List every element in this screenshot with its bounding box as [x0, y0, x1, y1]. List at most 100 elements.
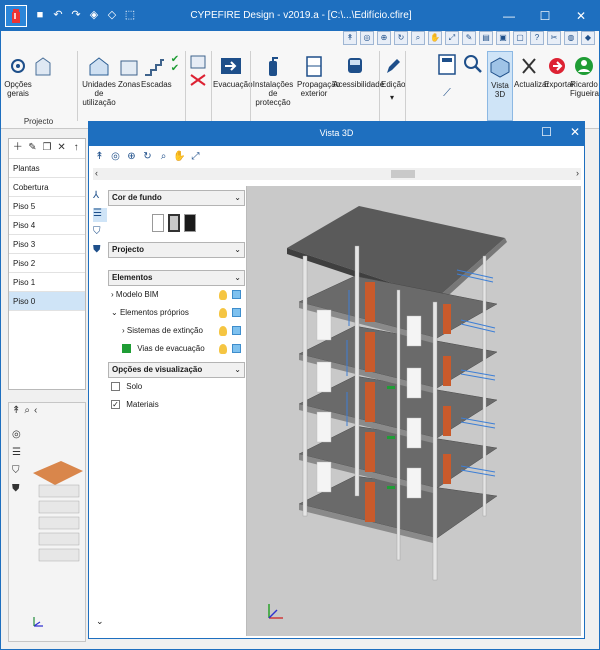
orbit-icon[interactable]: ◎ [360, 31, 374, 45]
3d-viewport[interactable] [246, 186, 581, 636]
floor-item[interactable]: Piso 4 [9, 216, 85, 235]
view-options-section[interactable]: Opções de visualização ⌄ [108, 362, 245, 378]
undo-icon[interactable]: ↶ [51, 8, 65, 22]
mini-3d-view[interactable]: ↟ ⌕ ‹ ◎ ☰ ⛉ ⛊ [8, 402, 86, 642]
orbit-icon[interactable]: ◎ [12, 429, 24, 443]
floor-item-selected[interactable]: Piso 0 [9, 292, 85, 311]
axis-icon[interactable]: ⅄ [93, 190, 107, 204]
stairs-button[interactable]: Escadas [141, 55, 172, 89]
cube-icon[interactable] [232, 344, 241, 353]
lightbulb-icon[interactable] [219, 326, 227, 336]
units-button[interactable]: Unidades de utilização [81, 55, 117, 107]
close-button[interactable]: ✕ [563, 1, 599, 31]
floor-item[interactable]: Piso 3 [9, 235, 85, 254]
evacuation-button[interactable]: Evacuação [213, 55, 253, 89]
tree-item-bim-model[interactable]: › Modelo BIM [108, 286, 245, 304]
option-materials[interactable]: ✓ Materiais [108, 396, 245, 414]
lightbulb-icon[interactable] [219, 344, 227, 354]
copy-icon[interactable]: ❐ [41, 142, 53, 154]
shield-icon[interactable]: ⛊ [12, 483, 24, 497]
installations-button[interactable]: Instalações de protecção [251, 55, 295, 107]
chevron-down-icon[interactable]: ▾ [381, 93, 403, 102]
cube-icon[interactable] [232, 326, 241, 335]
layout-icon[interactable]: ▤ [479, 31, 493, 45]
calculator-button[interactable]: ⟋ [435, 53, 459, 99]
chevron-down-icon[interactable]: ⌄ [234, 243, 241, 257]
tree-item-extinction-systems[interactable]: › Sistemas de extinção [108, 322, 245, 340]
option-ground[interactable]: Solo [108, 378, 245, 396]
cube-icon[interactable]: ◈ [87, 8, 101, 22]
zoom-icon[interactable]: ⊕ [377, 31, 391, 45]
shield-icon[interactable]: ⛉ [93, 226, 107, 240]
chevron-left-icon[interactable]: ‹ [95, 168, 98, 178]
tree-item-own-elements[interactable]: ⌄ Elementos próprios [108, 304, 245, 322]
dialog-close-button[interactable]: ✕ [570, 125, 580, 139]
delete-icon[interactable]: ✕ [56, 142, 68, 154]
building-button[interactable] [33, 55, 53, 80]
view-3d-button[interactable]: Vista 3D [487, 51, 513, 121]
orbit-icon[interactable]: ◎ [109, 150, 122, 163]
hand-icon[interactable]: ✋ [173, 150, 186, 163]
navigate-icon[interactable]: ↟ [12, 405, 20, 416]
tools-icon[interactable]: ✂ [547, 31, 561, 45]
cube-icon[interactable] [232, 308, 241, 317]
search-icon[interactable]: ⌕ [157, 150, 170, 163]
layers-icon[interactable]: ☰ [93, 208, 107, 222]
refresh-icon[interactable]: ↻ [141, 150, 154, 163]
materials-checkbox[interactable]: ✓ [111, 400, 120, 410]
propagation-button[interactable]: Propagação exterior [297, 55, 340, 98]
refresh-icon[interactable]: ↻ [394, 31, 408, 45]
save-icon[interactable]: ■ [33, 8, 47, 22]
edit-icon[interactable]: ✎ [27, 142, 39, 154]
dialog-maximize-button[interactable]: ☐ [541, 125, 552, 139]
swatch-white[interactable] [152, 214, 164, 232]
ground-checkbox[interactable] [111, 382, 120, 392]
walls-button[interactable] [187, 53, 209, 92]
chevron-right-icon[interactable]: › [111, 290, 114, 299]
maximize-button[interactable]: ☐ [527, 1, 563, 31]
hand-icon[interactable]: ✋ [428, 31, 442, 45]
add-icon[interactable]: ＋ [12, 142, 24, 154]
pen-icon[interactable]: ✎ [462, 31, 476, 45]
shield-icon[interactable]: ⛉ [12, 465, 24, 479]
chevron-right-icon[interactable]: › [576, 168, 579, 178]
swatch-gray[interactable] [168, 214, 180, 232]
fit-icon[interactable]: ⤢ [445, 31, 459, 45]
small-tools-button[interactable]: ✔ ✔ [169, 55, 181, 74]
scrollbar-thumb[interactable] [391, 170, 415, 178]
chevron-down-icon[interactable]: ⌄ [234, 191, 241, 205]
magnifier-button[interactable] [461, 53, 485, 78]
navigate-icon[interactable]: ↟ [93, 150, 106, 163]
chevron-down-icon[interactable]: ⌄ [96, 616, 104, 627]
wand-icon[interactable]: ⟋ [435, 88, 459, 99]
fit-icon[interactable]: ⤢ [189, 150, 202, 163]
floor-item[interactable]: Cobertura [9, 178, 85, 197]
search-icon[interactable]: ⌕ [411, 31, 425, 45]
chevron-right-icon[interactable]: › [122, 326, 125, 335]
horizontal-scrollbar[interactable]: ‹ › [93, 168, 581, 180]
layers-icon[interactable]: ☰ [12, 447, 24, 461]
update-button[interactable]: Actualizar [514, 55, 549, 89]
floor-item[interactable]: Piso 5 [9, 197, 85, 216]
export-button[interactable]: Exportar [544, 55, 574, 89]
redo-icon[interactable]: ↷ [69, 8, 83, 22]
globe-icon[interactable]: ◍ [564, 31, 578, 45]
user-button[interactable]: Ricardo Figueira [570, 55, 599, 98]
tree-item-evacuation-routes[interactable]: Vias de evacuação [108, 340, 245, 358]
chevron-left-icon[interactable]: ‹ [34, 405, 37, 416]
options-button[interactable]: Opções gerais [3, 55, 33, 98]
zones-button[interactable]: Zonas [118, 55, 140, 89]
zoom-icon[interactable]: ⊕ [125, 150, 138, 163]
arrow-up-icon[interactable]: ↑ [70, 142, 82, 154]
navigate-icon[interactable]: ↟ [343, 31, 357, 45]
chevron-down-icon[interactable]: ⌄ [111, 308, 118, 317]
chevron-down-icon[interactable]: ⌄ [234, 271, 241, 285]
frame-icon[interactable]: ▢ [513, 31, 527, 45]
elements-section[interactable]: Elementos ⌄ [108, 270, 245, 286]
edit-button[interactable]: Edição ▾ [381, 55, 405, 102]
swatch-black[interactable] [184, 214, 196, 232]
box-icon[interactable]: ◇ [105, 8, 119, 22]
zoom-icon[interactable]: ⌕ [24, 405, 30, 416]
floor-item[interactable]: Piso 2 [9, 254, 85, 273]
accessibility-button[interactable]: Acessibilidade [333, 55, 384, 89]
